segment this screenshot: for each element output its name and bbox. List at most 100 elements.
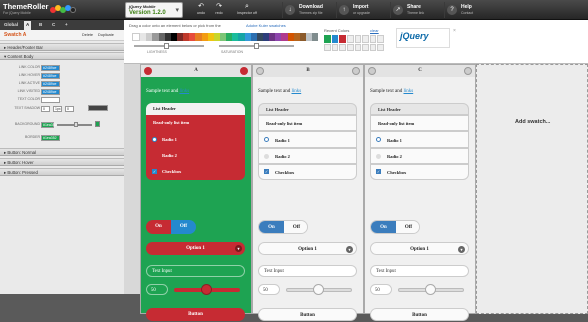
toggle-on: On bbox=[146, 220, 171, 234]
section-button-pressed[interactable]: ▸ Button: Pressed bbox=[0, 168, 124, 176]
field-label: TEXT SHADOW bbox=[14, 106, 40, 110]
link-color-input[interactable]: #2489ce bbox=[41, 64, 60, 71]
field-label: BORDER bbox=[25, 135, 40, 139]
sample-button[interactable]: Button bbox=[258, 308, 357, 321]
import-button[interactable]: ↑ Import or upgrade bbox=[336, 2, 388, 18]
link-active-input[interactable]: #2489ce bbox=[41, 80, 60, 87]
flip-toggle[interactable]: On Off bbox=[258, 220, 308, 234]
section-content-body[interactable]: ▾ Content Body bbox=[0, 52, 124, 60]
text-shadow-y-input[interactable]: 1px bbox=[53, 105, 62, 112]
select-menu[interactable]: Option 1 ▾ bbox=[258, 242, 357, 255]
redo-button[interactable]: ↷ redo bbox=[211, 2, 227, 15]
home-icon[interactable] bbox=[256, 67, 264, 75]
field-label: BACKGROUND bbox=[14, 122, 40, 126]
home-icon[interactable] bbox=[144, 67, 152, 75]
sample-button[interactable]: Button bbox=[370, 308, 469, 321]
text-input[interactable]: Text Input bbox=[370, 265, 469, 277]
gradient-slider-handle[interactable] bbox=[74, 122, 78, 127]
share-title: Share bbox=[407, 4, 421, 10]
text-input[interactable]: Text Input bbox=[146, 265, 245, 277]
color-swatch-strip[interactable] bbox=[132, 33, 319, 41]
app-title: ThemeRoller bbox=[3, 2, 49, 11]
text-shadow-color[interactable] bbox=[88, 105, 108, 111]
section-content-label: Content Body bbox=[7, 54, 34, 59]
text-shadow-x-input[interactable]: 0 bbox=[41, 105, 50, 112]
recent-colors-grid[interactable] bbox=[324, 35, 384, 51]
download-title: Download bbox=[299, 4, 323, 10]
select-value: Option 1 bbox=[298, 247, 317, 252]
select-value: Option 1 bbox=[186, 246, 205, 251]
radio-1[interactable]: Radio 1 bbox=[370, 131, 469, 148]
tab-c[interactable]: C bbox=[50, 22, 57, 27]
radio-2[interactable]: Radio 2 bbox=[258, 148, 357, 164]
select-menu[interactable]: Option 1 ▾ bbox=[146, 242, 245, 255]
checkbox[interactable]: Checkbox bbox=[146, 164, 245, 180]
duplicate-link[interactable]: Duplicate bbox=[98, 33, 114, 37]
radio-2[interactable]: Radio 2 bbox=[146, 148, 245, 164]
undo-button[interactable]: ↶ undo bbox=[193, 2, 209, 15]
version-select[interactable]: jQuery Mobile Version 1.2.0 ▾ bbox=[125, 2, 183, 18]
readonly-item: Read-only list item bbox=[258, 115, 357, 131]
section-header-footer[interactable]: ▸ Header/Footer Bar bbox=[0, 43, 124, 51]
radio-1[interactable]: Radio 1 bbox=[258, 131, 357, 148]
sample-link[interactable]: links bbox=[179, 89, 189, 94]
readonly-item: Read-only list item bbox=[370, 115, 469, 131]
checkbox[interactable]: Checkbox bbox=[370, 164, 469, 180]
undo-icon: ↶ bbox=[198, 3, 204, 10]
inspector-button[interactable]: ⌕ Inspector off bbox=[230, 2, 264, 15]
gradient-swatch[interactable] bbox=[95, 121, 100, 127]
background-input[interactable]: #1ea352 bbox=[41, 121, 57, 128]
section-button-hover[interactable]: ▸ Button: Hover bbox=[0, 158, 124, 166]
lightness-handle[interactable] bbox=[164, 43, 169, 49]
slider-handle[interactable] bbox=[313, 284, 324, 295]
delete-link[interactable]: Delete bbox=[82, 33, 93, 37]
add-swatch-panel[interactable]: Add swatch... bbox=[476, 64, 588, 314]
sample-link[interactable]: links bbox=[291, 89, 301, 94]
radio-2[interactable]: Radio 2 bbox=[370, 148, 469, 164]
link-visited-input[interactable]: #2489ce bbox=[41, 88, 60, 95]
slider-value-input[interactable]: 50 bbox=[258, 284, 280, 295]
text-color-input[interactable] bbox=[41, 96, 60, 103]
app-logo: ThemeRoller For jQuery Mobile bbox=[3, 2, 48, 15]
clear-recent-link[interactable]: clear bbox=[370, 28, 379, 33]
import-title: Import bbox=[353, 4, 369, 10]
lightness-track[interactable] bbox=[134, 45, 204, 47]
flip-toggle[interactable]: On Off bbox=[370, 220, 420, 234]
saturation-handle[interactable] bbox=[254, 43, 259, 49]
tab-b[interactable]: B bbox=[37, 22, 44, 27]
undo-label: undo bbox=[197, 11, 205, 15]
radio-1[interactable]: Radio 1 bbox=[146, 131, 245, 148]
tab-global[interactable]: Global bbox=[2, 22, 20, 27]
slider-value-input[interactable]: 50 bbox=[146, 284, 168, 295]
link-hover-input[interactable]: #2489ce bbox=[41, 72, 60, 79]
import-sub: or upgrade bbox=[353, 11, 370, 15]
section-button-normal[interactable]: ▸ Button: Normal bbox=[0, 148, 124, 156]
tab-a[interactable]: A bbox=[24, 21, 32, 30]
download-button[interactable]: ↓ Download Themes zip file bbox=[282, 2, 334, 18]
magnifier-icon: ⌕ bbox=[245, 3, 249, 10]
gear-icon[interactable] bbox=[464, 67, 472, 75]
gear-icon[interactable] bbox=[352, 67, 360, 75]
slider-value-input[interactable]: 50 bbox=[370, 284, 392, 295]
help-button[interactable]: ? Help Contact bbox=[444, 2, 484, 18]
flip-toggle[interactable]: On Off bbox=[146, 220, 196, 234]
kuler-link[interactable]: Adobe Kuler swatches bbox=[246, 23, 286, 28]
sample-link[interactable]: links bbox=[403, 89, 413, 94]
download-sub: Themes zip file bbox=[299, 11, 323, 15]
checkbox[interactable]: Checkbox bbox=[258, 164, 357, 180]
home-icon[interactable] bbox=[368, 67, 376, 75]
swatch-a-preview: A Sample text and links List Header Read… bbox=[140, 64, 252, 321]
field-label: LINK ACTIVE bbox=[18, 81, 40, 85]
tab-add[interactable]: + bbox=[63, 22, 70, 27]
share-button[interactable]: ↗ Share Theme link bbox=[390, 2, 442, 18]
slider-handle[interactable] bbox=[425, 284, 436, 295]
text-shadow-blur-input[interactable]: 0 bbox=[65, 105, 74, 112]
select-menu[interactable]: Option 1 ▾ bbox=[370, 242, 469, 255]
sample-button[interactable]: Button bbox=[146, 308, 245, 321]
close-icon[interactable]: × bbox=[453, 28, 456, 34]
swatch-a-header: A bbox=[141, 65, 251, 77]
border-input[interactable]: #1ea352 bbox=[41, 134, 60, 141]
slider-handle[interactable] bbox=[201, 284, 212, 295]
gear-icon[interactable] bbox=[240, 67, 248, 75]
text-input[interactable]: Text Input bbox=[258, 265, 357, 277]
